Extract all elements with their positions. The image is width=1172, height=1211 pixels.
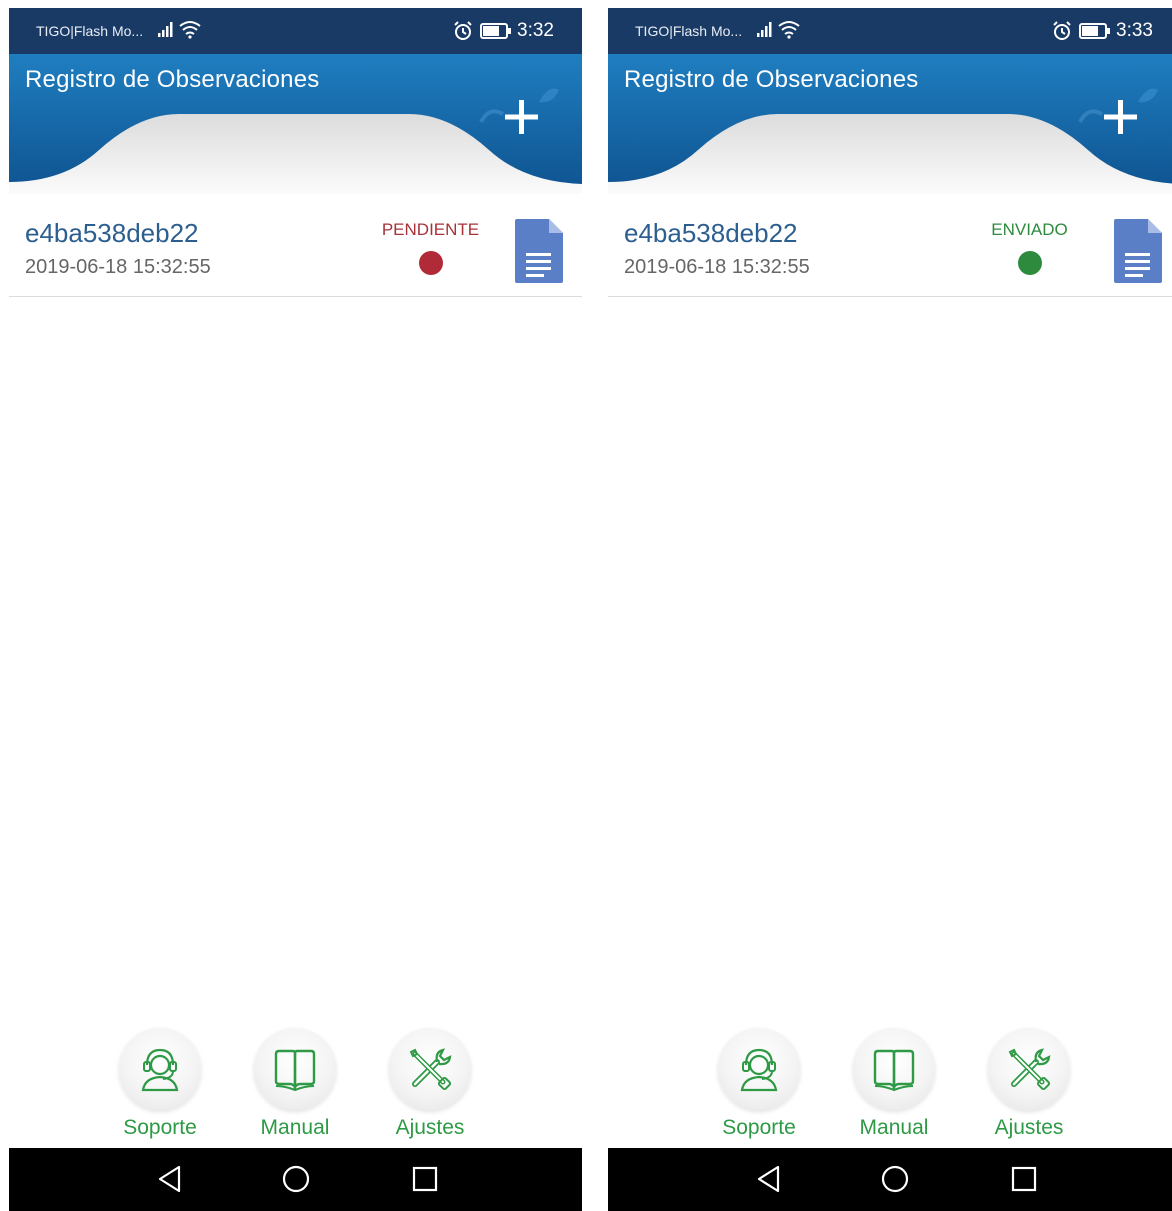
- settings-button[interactable]: Ajustes: [969, 1028, 1089, 1148]
- system-navigation-bar: [9, 1148, 582, 1211]
- headset-icon: [141, 1048, 179, 1092]
- status-time: 3:32: [517, 20, 554, 41]
- battery-icon: [480, 23, 512, 44]
- settings-label: Ajustes: [994, 1116, 1064, 1139]
- support-button[interactable]: Soporte: [100, 1028, 220, 1148]
- plus-icon: [479, 88, 559, 134]
- plus-icon: [1078, 88, 1158, 134]
- carrier-name: TIGO|Flash Mo...: [635, 23, 743, 39]
- home-icon[interactable]: [281, 1164, 311, 1199]
- document-icon[interactable]: [1114, 219, 1162, 288]
- document-icon[interactable]: [515, 219, 563, 288]
- status-dot: [419, 251, 443, 275]
- status-bar: TIGO|Flash Mo... 3:33: [608, 8, 1172, 54]
- tools-icon: [409, 1048, 452, 1091]
- add-record-button[interactable]: [479, 74, 569, 144]
- recent-apps-icon[interactable]: [1010, 1164, 1038, 1199]
- system-navigation-bar: [608, 1148, 1172, 1211]
- list-item[interactable]: e4ba538deb22 2019-06-18 15:32:55 ENVIADO: [608, 204, 1172, 297]
- phone-screen-right: TIGO|Flash Mo... 3:33 Registro de Observ…: [608, 8, 1172, 1211]
- records-list: e4ba538deb22 2019-06-18 15:32:55 PENDIEN…: [9, 204, 582, 297]
- support-button[interactable]: Soporte: [699, 1028, 819, 1148]
- alarm-icon: [1052, 21, 1072, 46]
- records-list: e4ba538deb22 2019-06-18 15:32:55 ENVIADO: [608, 204, 1172, 297]
- page-title: Registro de Observaciones: [25, 66, 320, 93]
- list-item[interactable]: e4ba538deb22 2019-06-18 15:32:55 PENDIEN…: [9, 204, 582, 297]
- signal-icon: [756, 22, 774, 43]
- alarm-icon: [453, 21, 473, 46]
- recent-apps-icon[interactable]: [411, 1164, 439, 1199]
- support-label: Soporte: [123, 1116, 197, 1139]
- status-label: ENVIADO: [991, 220, 1068, 239]
- headset-icon: [740, 1048, 778, 1092]
- record-date: 2019-06-18 15:32:55: [624, 256, 810, 278]
- page-title: Registro de Observaciones: [624, 66, 919, 93]
- manual-button[interactable]: Manual: [834, 1028, 954, 1148]
- signal-icon: [157, 22, 175, 43]
- status-label: PENDIENTE: [381, 220, 480, 239]
- battery-icon: [1079, 23, 1111, 44]
- carrier-name: TIGO|Flash Mo...: [36, 23, 144, 39]
- manual-label: Manual: [260, 1116, 330, 1139]
- app-header: Registro de Observaciones: [608, 54, 1172, 204]
- back-icon[interactable]: [756, 1164, 782, 1199]
- status-time: 3:33: [1116, 20, 1153, 41]
- wifi-icon: [179, 19, 201, 44]
- book-icon: [274, 1049, 316, 1092]
- tools-icon: [1008, 1048, 1051, 1091]
- record-id: e4ba538deb22: [624, 218, 798, 248]
- settings-button[interactable]: Ajustes: [370, 1028, 490, 1148]
- manual-label: Manual: [859, 1116, 929, 1139]
- home-icon[interactable]: [880, 1164, 910, 1199]
- bottom-navigation: Soporte Manual Ajustes: [9, 1028, 582, 1148]
- add-record-button[interactable]: [1078, 74, 1168, 144]
- status-bar: TIGO|Flash Mo... 3:32: [9, 8, 582, 54]
- status-dot: [1018, 251, 1042, 275]
- support-label: Soporte: [722, 1116, 796, 1139]
- phone-screen-left: TIGO|Flash Mo... 3:32 Registro de Observ…: [9, 8, 582, 1211]
- book-icon: [873, 1049, 915, 1092]
- wifi-icon: [778, 19, 800, 44]
- back-icon[interactable]: [157, 1164, 183, 1199]
- app-header: Registro de Observaciones: [9, 54, 582, 204]
- record-date: 2019-06-18 15:32:55: [25, 256, 211, 278]
- manual-button[interactable]: Manual: [235, 1028, 355, 1148]
- record-id: e4ba538deb22: [25, 218, 199, 248]
- settings-label: Ajustes: [395, 1116, 465, 1139]
- bottom-navigation: Soporte Manual Ajustes: [608, 1028, 1172, 1148]
